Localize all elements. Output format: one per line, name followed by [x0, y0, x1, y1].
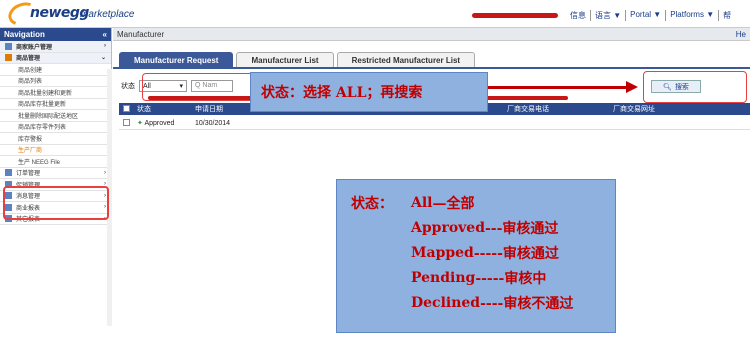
tab-underline: [113, 67, 750, 69]
top-link-info[interactable]: 信息: [566, 10, 590, 21]
col-status[interactable]: 状态: [133, 104, 191, 114]
col-phone[interactable]: 厂商交易电话: [503, 104, 609, 114]
user-icon: [5, 42, 12, 50]
legend-row: Pending -----审核中: [411, 269, 547, 287]
box-icon: [5, 54, 12, 62]
redacted-username: [472, 13, 558, 18]
status-legend-callout: 状态： All —全部 Approved ---审核通过 Mapped -----审核…: [336, 179, 616, 333]
page-title: Manufacturer: [117, 30, 165, 39]
sidebar-item-neeg-file[interactable]: 生产 NEEG File: [0, 156, 111, 168]
top-link-language[interactable]: 语言 ▼: [590, 10, 625, 21]
row-status: ✦ Approved: [137, 120, 175, 127]
tab-bar: Manufacturer Request Manufacturer List R…: [119, 52, 476, 67]
tab-manufacturer-list[interactable]: Manufacturer List: [236, 52, 334, 67]
top-links: 信息 语言 ▼ Portal ▼ Platforms ▼ 帮: [566, 10, 735, 21]
col-website[interactable]: 厂商交易网址: [609, 104, 749, 114]
sidebar-item-inventory-alert[interactable]: 库存警报: [0, 133, 111, 145]
tab-manufacturer-request[interactable]: Manufacturer Request: [119, 52, 234, 67]
sidebar-item-product-create[interactable]: 商品创建: [0, 64, 111, 76]
tab-restricted-manufacturer-list[interactable]: Restricted Manufacturer List: [336, 52, 476, 67]
sidebar-title: Navigation: [4, 30, 45, 39]
arrow-head-icon: [626, 81, 638, 93]
breadcrumb: Manufacturer He: [113, 28, 750, 41]
status-label: 状态: [121, 83, 135, 90]
legend-row: 状态： All —全部: [351, 194, 475, 212]
sidebar-item-inventory-update[interactable]: 商品库存批量更新: [0, 99, 111, 110]
sidebar-item-delete-shipping[interactable]: 批量删除国际配送地区: [0, 110, 111, 122]
sidebar-item-batch-create[interactable]: 商品批量创建和更新: [0, 87, 111, 99]
legend-title: 状态：: [351, 195, 393, 212]
select-all-checkbox[interactable]: [119, 104, 133, 114]
order-icon: [5, 169, 12, 177]
arrow-line: [488, 86, 628, 89]
collapse-icon[interactable]: «: [103, 30, 107, 39]
approved-icon: ✦: [137, 120, 143, 127]
row-checkbox[interactable]: [119, 118, 133, 128]
chevron-right-icon: ›: [104, 43, 106, 50]
top-link-portal[interactable]: Portal ▼: [625, 10, 665, 21]
chevron-down-icon: ⌄: [100, 55, 106, 62]
sidebar-item-manufacturer[interactable]: 生产厂商: [0, 145, 111, 156]
sidebar-header: Navigation «: [0, 28, 111, 41]
row-date: 10/30/2014: [195, 119, 231, 127]
sidebar-highlight: [3, 186, 109, 220]
sidebar-item-product-management[interactable]: 商品管理 ⌄: [0, 52, 111, 64]
newegg-logo[interactable]: newegg marketplace: [5, 0, 134, 30]
brand-suffix: marketplace: [80, 9, 135, 20]
search-highlight: [643, 71, 747, 103]
table-row[interactable]: ✦ Approved 10/30/2014: [119, 117, 750, 130]
sidebar-item-merchant-account[interactable]: 商家账户管理 ›: [0, 41, 111, 53]
sidebar-item-parts-list[interactable]: 商品库存零件列表: [0, 122, 111, 133]
top-bar: newegg marketplace 信息 语言 ▼ Portal ▼ Plat…: [0, 0, 750, 30]
help-link[interactable]: He: [736, 30, 746, 39]
legend-row: Mapped -----审核通过: [411, 244, 559, 262]
instruction-callout: 状态：选择 ALL；再搜索: [250, 72, 488, 112]
legend-row: Declined ----审核不通过: [411, 294, 574, 312]
sidebar-item-product-list[interactable]: 商品列表: [0, 76, 111, 87]
chevron-right-icon: ›: [104, 169, 106, 176]
top-link-platforms[interactable]: Platforms ▼: [665, 10, 718, 21]
sidebar-item-orders[interactable]: 订单管理 ›: [0, 168, 111, 179]
top-link-help[interactable]: 帮: [718, 10, 735, 21]
legend-row: Approved ---审核通过: [411, 219, 559, 237]
sidebar: Navigation « 商家账户管理 › 商品管理 ⌄ 商品创建 商品列表 商品批…: [0, 28, 112, 326]
